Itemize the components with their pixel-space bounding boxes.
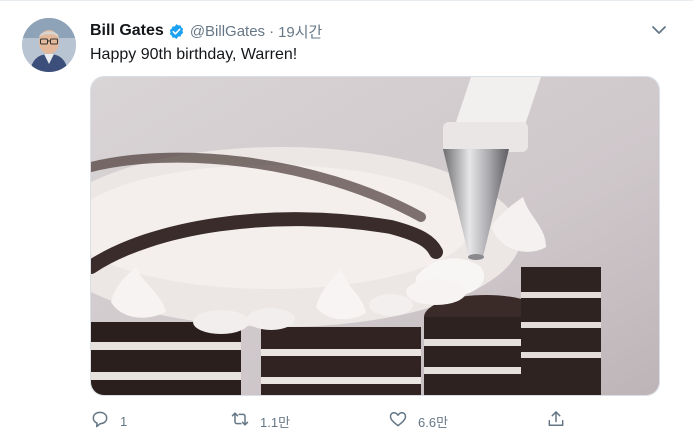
like-icon <box>388 409 408 434</box>
reply-icon <box>90 409 110 434</box>
author-name[interactable]: Bill Gates <box>90 22 164 40</box>
avatar[interactable] <box>22 18 76 72</box>
retweet-icon <box>230 409 250 434</box>
tweet-text: Happy 90th birthday, Warren! <box>90 46 298 63</box>
separator-dot: · <box>269 22 275 40</box>
tweet-header: Bill Gates @BillGates · 19시간 <box>90 20 322 42</box>
reply-count: 1 <box>120 413 128 429</box>
author-handle[interactable]: @BillGates <box>190 23 265 40</box>
like-button[interactable]: 6.6만 <box>388 408 448 434</box>
share-button[interactable] <box>546 408 566 434</box>
verified-badge-icon <box>168 23 185 40</box>
divider <box>0 0 693 1</box>
reply-button[interactable]: 1 <box>90 408 127 434</box>
tweet-timestamp[interactable]: 19시간 <box>278 21 322 42</box>
tweet-actions: 1 1.1만 6.6만 <box>90 408 610 434</box>
chevron-down-icon[interactable] <box>649 20 669 40</box>
retweet-count: 1.1만 <box>260 414 291 430</box>
retweet-button[interactable]: 1.1만 <box>230 408 290 434</box>
like-count: 6.6만 <box>418 414 449 430</box>
share-icon <box>546 409 566 434</box>
tweet: Bill Gates @BillGates · 19시간 Happy 90th … <box>0 0 693 443</box>
tweet-media-image[interactable] <box>90 76 660 396</box>
